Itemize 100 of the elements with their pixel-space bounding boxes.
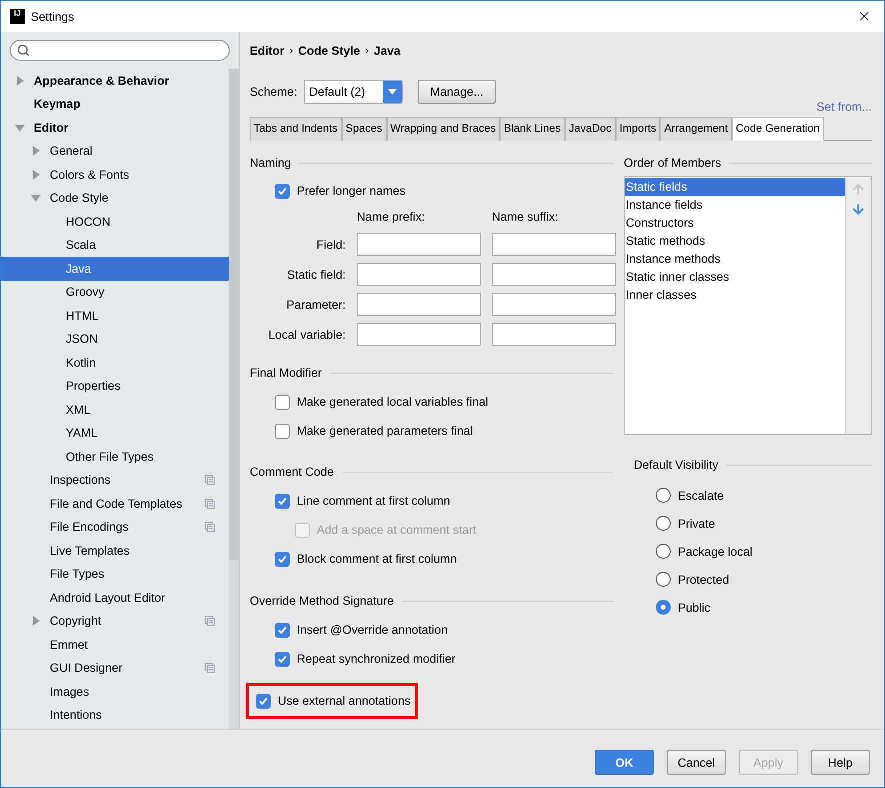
radio-button[interactable] — [656, 488, 671, 503]
breadcrumb-separator: › — [290, 44, 294, 59]
sidebar-item[interactable]: Scala — [1, 234, 229, 257]
move-down-icon[interactable] — [851, 202, 866, 217]
member-list-item[interactable]: Static methods — [625, 232, 845, 250]
sidebar-item[interactable]: Groovy — [1, 280, 229, 304]
prefix-input[interactable] — [357, 293, 481, 316]
checkbox[interactable] — [275, 424, 290, 438]
sidebar-item[interactable]: Kotlin — [1, 351, 229, 374]
sidebar-item[interactable]: File and Code Templates — [1, 492, 229, 516]
checkbox-label: Use external annotations — [278, 693, 411, 710]
checkbox-label: Line comment at first column — [297, 493, 450, 510]
sidebar-item[interactable]: Colors & Fonts — [1, 163, 229, 186]
sidebar-item[interactable]: Properties — [1, 374, 229, 398]
app-logo: IJ — [10, 9, 25, 24]
member-list-item[interactable]: Instance methods — [625, 250, 845, 268]
tab[interactable]: Tabs and Indents — [250, 117, 342, 141]
sidebar-item[interactable]: Java — [1, 257, 229, 280]
sidebar-item[interactable]: Editor — [1, 116, 229, 140]
member-list-item[interactable]: Inner classes — [625, 286, 845, 304]
sidebar-item[interactable]: Copyright — [1, 610, 229, 633]
radio-button[interactable] — [656, 572, 671, 587]
checkbox[interactable] — [256, 694, 271, 708]
checkbox[interactable] — [275, 552, 290, 566]
sidebar-item[interactable]: Appearance & Behavior — [1, 69, 229, 92]
sidebar-item[interactable]: General — [1, 140, 229, 163]
field-label: Static field: — [286, 266, 346, 284]
member-list-item[interactable]: Constructors — [625, 214, 845, 232]
tab[interactable]: Arrangement — [660, 117, 732, 141]
search-icon — [17, 44, 30, 57]
tab[interactable]: Imports — [616, 117, 660, 141]
sidebar-item[interactable]: File Types — [1, 562, 229, 586]
sidebar-item[interactable]: Emmet — [1, 633, 229, 656]
sidebar-item[interactable]: HOCON — [1, 210, 229, 234]
sidebar-item[interactable]: HTML — [1, 304, 229, 328]
checkbox[interactable] — [275, 184, 290, 198]
tab[interactable]: Blank Lines — [500, 117, 565, 141]
sidebar-item[interactable]: Inspections — [1, 468, 229, 492]
suffix-input[interactable] — [492, 323, 616, 346]
dialog-button[interactable]: OK — [595, 750, 654, 775]
set-from-link[interactable]: Set from... — [816, 98, 872, 113]
collapse-arrow-icon[interactable] — [15, 122, 25, 133]
suffix-input[interactable] — [492, 233, 616, 256]
prefix-input[interactable] — [357, 263, 481, 286]
scrollbar-thumb[interactable] — [229, 69, 239, 560]
checkbox-label: Prefer longer names — [297, 183, 406, 200]
breadcrumb-separator: › — [365, 44, 370, 59]
checkbox[interactable] — [275, 622, 290, 638]
expand-arrow-icon[interactable] — [15, 76, 25, 86]
expand-arrow-icon[interactable] — [31, 146, 41, 156]
sidebar-item[interactable]: GUI Designer — [1, 656, 229, 680]
checkbox-label: Make generated local variables final — [297, 394, 488, 411]
collapse-arrow-icon[interactable] — [31, 193, 41, 204]
sidebar-item[interactable]: Code Style — [1, 186, 229, 210]
sidebar-item[interactable]: JSON — [1, 328, 229, 351]
dialog-button[interactable]: Cancel — [667, 750, 726, 775]
sidebar-item[interactable]: File Encodings — [1, 516, 229, 539]
checkbox[interactable] — [275, 394, 290, 410]
checkbox[interactable] — [275, 494, 290, 508]
window-title: Settings — [31, 8, 76, 26]
sidebar-item[interactable]: Intentions — [1, 704, 229, 727]
field-label: Local variable: — [268, 326, 346, 344]
dialog-button[interactable]: Help — [811, 750, 870, 775]
tab[interactable]: Spaces — [342, 117, 386, 141]
sidebar-item[interactable]: XML — [1, 398, 229, 422]
radio-button[interactable] — [656, 516, 671, 531]
sidebar-item[interactable]: YAML — [1, 422, 229, 445]
column-header: Name prefix: — [357, 209, 426, 226]
radio-label: Escalate — [678, 488, 724, 504]
tab[interactable]: JavaDoc — [564, 117, 616, 141]
sidebar-item[interactable]: Other File Types — [1, 445, 229, 468]
section-title: Final Modifier — [250, 365, 322, 382]
sidebar-item[interactable]: Images — [1, 680, 229, 704]
scheme-dropdown[interactable]: Default (2) — [304, 80, 404, 104]
expand-arrow-icon[interactable] — [31, 170, 41, 180]
checkbox[interactable] — [275, 652, 290, 666]
check-icon — [258, 696, 269, 706]
manage-button[interactable]: Manage... — [418, 80, 496, 104]
member-list-item[interactable]: Static fields — [625, 178, 845, 196]
prefix-input[interactable] — [357, 233, 481, 256]
column-header: Name suffix: — [492, 209, 560, 226]
tab[interactable]: Code Generation — [732, 117, 824, 141]
check-icon — [277, 186, 288, 196]
tab[interactable]: Wrapping and Braces — [386, 117, 500, 141]
radio-button[interactable] — [656, 544, 671, 559]
suffix-input[interactable] — [492, 263, 616, 286]
sidebar-item[interactable]: Keymap — [1, 92, 229, 116]
sidebar-item[interactable]: Live Templates — [1, 539, 229, 562]
expand-arrow-icon[interactable] — [31, 616, 41, 626]
sidebar-item[interactable]: Android Layout Editor — [1, 586, 229, 610]
member-list-item[interactable]: Instance fields — [625, 196, 845, 214]
checkbox-label: Add a space at comment start — [317, 522, 476, 539]
section-title: Override Method Signature — [250, 593, 394, 610]
suffix-input[interactable] — [492, 293, 616, 316]
member-list-item[interactable]: Static inner classes — [625, 268, 845, 286]
prefix-input[interactable] — [357, 323, 481, 346]
radio-button[interactable] — [656, 600, 671, 615]
search-field[interactable] — [10, 40, 230, 61]
breadcrumb-item: Java — [374, 43, 401, 60]
checkbox-label: Repeat synchronized modifier — [297, 651, 456, 668]
